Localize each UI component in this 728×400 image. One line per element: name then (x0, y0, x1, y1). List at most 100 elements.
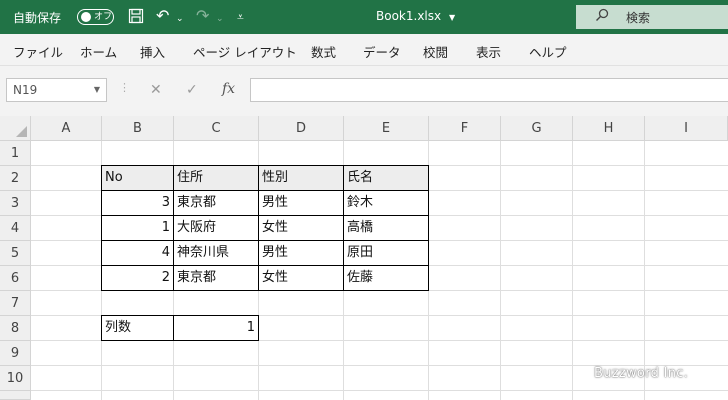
formula-bar: N19 ▼ ⋮ ✕ ✓ fx (0, 66, 728, 116)
column-header-a[interactable]: A (31, 116, 102, 141)
count-border (173, 315, 174, 341)
search-box[interactable]: 検索 (576, 5, 728, 29)
table-border (101, 240, 429, 241)
gridline (500, 141, 501, 400)
count-border (101, 315, 102, 341)
autosave-state: オフ (94, 12, 113, 22)
row-header-1[interactable]: 1 (0, 141, 31, 166)
autosave-label: 自動保存 (13, 11, 62, 25)
gridline (572, 141, 573, 400)
column-header-b[interactable]: B (102, 116, 174, 141)
column-header-c[interactable]: C (174, 116, 259, 141)
name-box-dropdown-icon[interactable]: ▼ (94, 85, 100, 94)
row-header-11[interactable] (0, 391, 31, 400)
table-border (101, 165, 102, 291)
customize-toolbar-icon[interactable]: ⩡ (237, 9, 244, 25)
table-cell[interactable]: 女性 (259, 266, 343, 290)
table-cell[interactable]: 佐藤 (344, 266, 428, 290)
tab-data[interactable]: データ (363, 42, 401, 61)
insert-function-icon[interactable]: fx (222, 81, 235, 97)
spreadsheet-grid[interactable]: A B C D E F G H I 1 2 3 4 5 6 7 8 9 10 N… (0, 116, 728, 400)
row-header-10[interactable]: 10 (0, 366, 31, 391)
table-cell[interactable]: 男性 (259, 191, 343, 215)
table-cell[interactable]: 女性 (259, 216, 343, 240)
formula-input[interactable] (250, 78, 728, 102)
row-header-3[interactable]: 3 (0, 191, 31, 216)
row-header-8[interactable]: 8 (0, 316, 31, 341)
ribbon-tabs: ファイル ホーム 挿入 ページ レイアウト 数式 データ 校閲 表示 ヘルプ (0, 34, 728, 66)
table-border (101, 165, 429, 166)
table-cell[interactable]: 神奈川県 (174, 241, 258, 265)
count-border (101, 315, 259, 316)
enter-icon[interactable]: ✓ (186, 82, 198, 98)
tab-file[interactable]: ファイル (13, 42, 63, 61)
search-icon (595, 8, 609, 26)
tab-home[interactable]: ホーム (80, 42, 117, 61)
gridline (644, 141, 645, 400)
document-title[interactable]: Book1.xlsx ▼ (376, 9, 455, 23)
row-header-5[interactable]: 5 (0, 241, 31, 266)
table-cell[interactable]: 3 (102, 191, 173, 215)
table-border (101, 290, 429, 291)
table-header-address[interactable]: 住所 (174, 166, 258, 190)
count-value-cell[interactable]: 1 (174, 316, 258, 340)
column-header-f[interactable]: F (429, 116, 501, 141)
undo-dropdown-icon[interactable]: ⌄ (176, 11, 184, 27)
gridline (31, 390, 728, 391)
table-cell[interactable]: 東京都 (174, 191, 258, 215)
table-header-name[interactable]: 氏名 (344, 166, 428, 190)
table-header-no[interactable]: No (102, 166, 173, 190)
row-header-6[interactable]: 6 (0, 266, 31, 291)
table-border (101, 265, 429, 266)
watermark: Buzzword Inc. (594, 366, 689, 381)
tab-view[interactable]: 表示 (476, 42, 501, 61)
toggle-knob (81, 12, 91, 22)
autosave-toggle[interactable]: オフ (77, 9, 114, 25)
redo-icon[interactable]: ↷ (196, 8, 209, 24)
row-header-7[interactable]: 7 (0, 291, 31, 316)
table-cell[interactable]: 原田 (344, 241, 428, 265)
table-border (428, 165, 429, 291)
column-header-g[interactable]: G (501, 116, 573, 141)
title-dropdown-icon: ▼ (448, 13, 456, 22)
table-cell[interactable]: 東京都 (174, 266, 258, 290)
table-cell[interactable]: 高橋 (344, 216, 428, 240)
tab-formulas[interactable]: 数式 (311, 42, 336, 61)
table-cell[interactable]: 2 (102, 266, 173, 290)
column-header-e[interactable]: E (344, 116, 429, 141)
row-header-2[interactable]: 2 (0, 166, 31, 191)
table-header-gender[interactable]: 性別 (259, 166, 343, 190)
table-border (101, 190, 429, 191)
table-border (343, 165, 344, 291)
select-all-corner[interactable] (0, 116, 31, 141)
table-cell[interactable]: 大阪府 (174, 216, 258, 240)
table-cell[interactable]: 4 (102, 241, 173, 265)
table-cell[interactable]: 男性 (259, 241, 343, 265)
drag-handle-icon[interactable]: ⋮ (119, 81, 130, 94)
name-box-value: N19 (13, 83, 38, 97)
search-placeholder: 検索 (626, 11, 651, 25)
tab-help[interactable]: ヘルプ (529, 42, 567, 61)
row-header-9[interactable]: 9 (0, 341, 31, 366)
tab-page-layout[interactable]: ページ レイアウト (193, 42, 297, 61)
table-border (258, 165, 259, 291)
redo-dropdown-icon[interactable]: ⌄ (216, 11, 224, 27)
column-header-d[interactable]: D (259, 116, 344, 141)
search-icon-svg (596, 8, 609, 21)
save-icon[interactable] (128, 8, 144, 27)
save-icon-svg (128, 8, 144, 24)
select-all-triangle-icon (16, 126, 27, 137)
undo-icon[interactable]: ↶ (156, 8, 169, 24)
table-border (101, 215, 429, 216)
count-border (258, 315, 259, 341)
column-header-h[interactable]: H (573, 116, 645, 141)
count-label-cell[interactable]: 列数 (102, 316, 173, 340)
tab-insert[interactable]: 挿入 (140, 42, 165, 61)
table-cell[interactable]: 鈴木 (344, 191, 428, 215)
column-header-i[interactable]: I (645, 116, 728, 141)
name-box[interactable]: N19 ▼ (6, 78, 107, 102)
cancel-icon[interactable]: ✕ (150, 82, 162, 98)
table-cell[interactable]: 1 (102, 216, 173, 240)
row-header-4[interactable]: 4 (0, 216, 31, 241)
tab-review[interactable]: 校閲 (423, 42, 448, 61)
